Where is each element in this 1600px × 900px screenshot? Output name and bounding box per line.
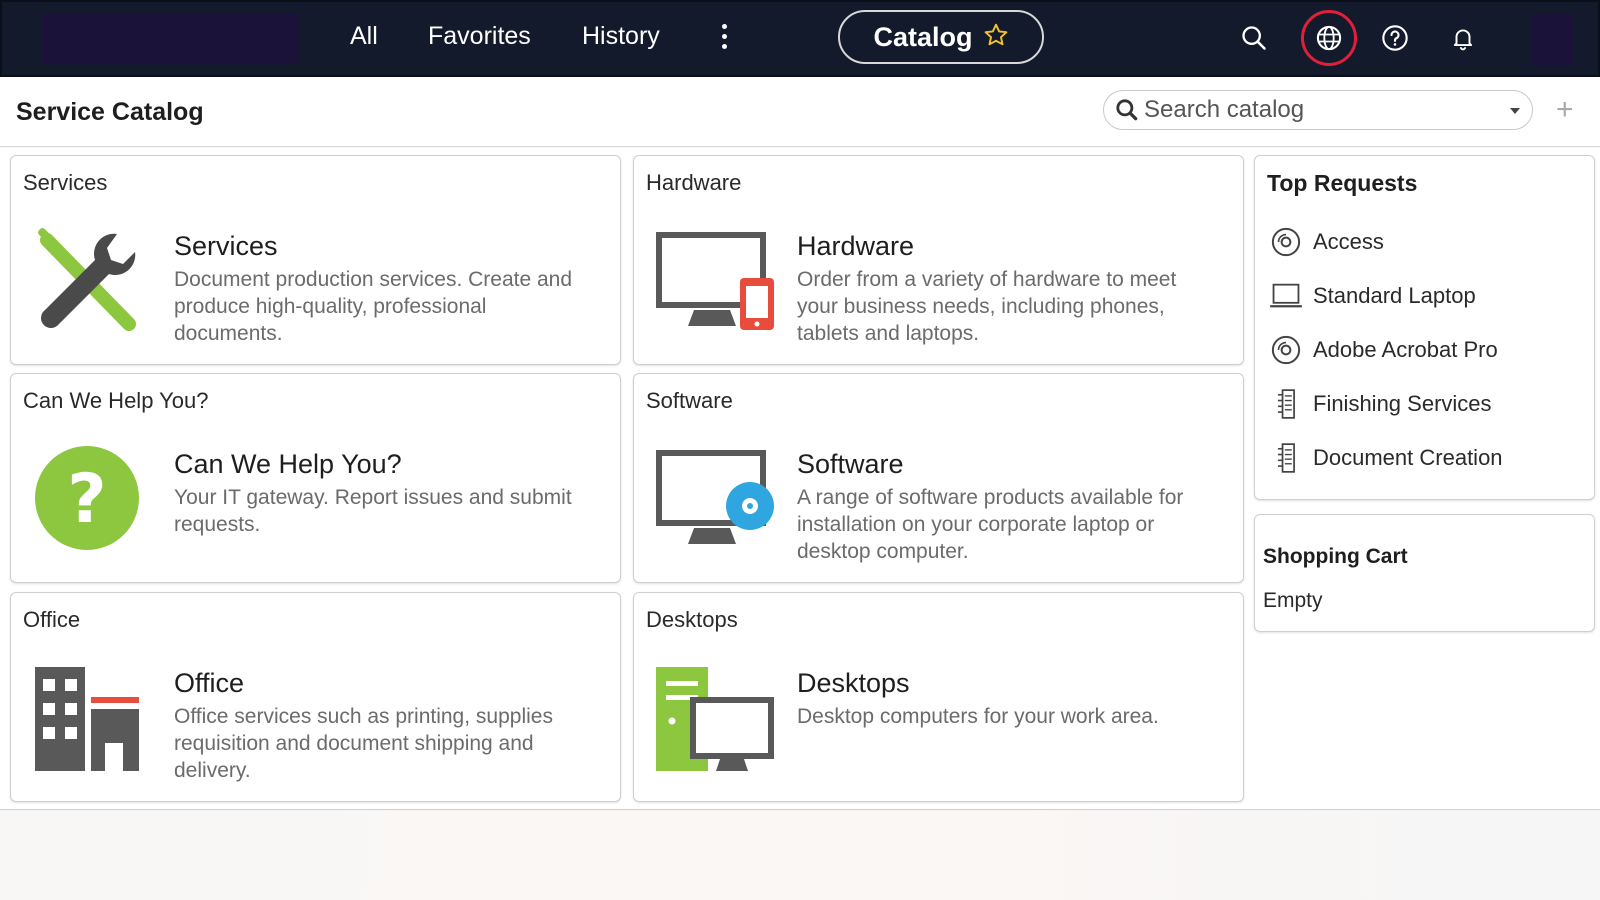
- card-title[interactable]: Can We Help You?: [174, 449, 402, 480]
- page-header: Service Catalog +: [0, 77, 1600, 147]
- chevron-down-icon[interactable]: [1510, 108, 1520, 114]
- top-request-item[interactable]: Standard Laptop: [1269, 280, 1476, 312]
- top-request-label: Adobe Acrobat Pro: [1313, 337, 1498, 362]
- top-request-item[interactable]: Finishing Services: [1269, 388, 1492, 420]
- disc-icon: [1269, 226, 1303, 258]
- top-request-label: Document Creation: [1313, 445, 1503, 470]
- building-icon: [31, 663, 143, 775]
- monitor-phone-icon: [654, 226, 774, 338]
- search-icon: [1114, 97, 1140, 128]
- card-title[interactable]: Software: [797, 449, 904, 480]
- card-category-label: Office: [23, 607, 81, 632]
- shopping-cart-status: Empty: [1263, 589, 1323, 612]
- shopping-cart-title: Shopping Cart: [1263, 545, 1408, 568]
- nav-history[interactable]: History: [582, 20, 660, 52]
- globe-icon[interactable]: [1301, 10, 1357, 66]
- card-title[interactable]: Desktops: [797, 668, 910, 699]
- page-footer-area: [0, 811, 1600, 900]
- category-card-hardware[interactable]: Hardware Hardware Order from a variety o…: [633, 155, 1244, 365]
- nav-all[interactable]: All: [350, 20, 378, 52]
- card-category-label: Hardware: [646, 170, 742, 195]
- card-title[interactable]: Office: [174, 668, 244, 699]
- bell-icon[interactable]: [1443, 18, 1483, 58]
- shopping-cart-panel: Shopping Cart Empty: [1254, 514, 1595, 632]
- help-icon[interactable]: [1375, 18, 1415, 58]
- nav-favorites[interactable]: Favorites: [428, 20, 531, 52]
- top-request-item[interactable]: Document Creation: [1269, 442, 1503, 474]
- card-title[interactable]: Services: [174, 231, 278, 262]
- card-description: Office services such as printing, suppli…: [174, 705, 553, 782]
- document-stack-icon: [1269, 388, 1303, 420]
- question-icon: ?: [31, 444, 143, 556]
- card-category-label: Desktops: [646, 607, 738, 632]
- card-description: A range of software products available f…: [797, 486, 1184, 563]
- add-button[interactable]: +: [1556, 95, 1574, 125]
- top-request-item[interactable]: Adobe Acrobat Pro: [1269, 334, 1498, 366]
- disc-icon: [1269, 334, 1303, 366]
- avatar[interactable]: [1532, 14, 1574, 66]
- page-title: Service Catalog: [16, 98, 204, 126]
- catalog-label: Catalog: [873, 21, 973, 52]
- svg-text:?: ?: [67, 460, 106, 539]
- desktop-tower-icon: [654, 663, 774, 775]
- catalog-main: Services Services Document production se…: [0, 148, 1600, 810]
- card-category-label: Can We Help You?: [23, 388, 209, 413]
- document-stack-icon: [1269, 442, 1303, 474]
- logo[interactable]: [42, 14, 298, 64]
- top-requests-panel: Top Requests Access Standard Laptop Adob…: [1254, 155, 1595, 500]
- search-icon[interactable]: [1234, 18, 1274, 58]
- top-requests-title: Top Requests: [1267, 170, 1418, 196]
- category-card-software[interactable]: Software Software A range of software pr…: [633, 373, 1244, 583]
- card-category-label: Services: [23, 170, 108, 195]
- top-navigation-bar: All Favorites History Catalog: [0, 0, 1600, 77]
- category-card-services[interactable]: Services Services Document production se…: [10, 155, 621, 365]
- more-vertical-icon[interactable]: [714, 22, 734, 52]
- star-icon[interactable]: [983, 22, 1009, 53]
- category-card-can-we-help-you[interactable]: Can We Help You? ? Can We Help You? Your…: [10, 373, 621, 583]
- card-description: Document production services. Create and…: [174, 268, 573, 345]
- catalog-menu-button[interactable]: Catalog: [838, 10, 1044, 64]
- monitor-disc-icon: [654, 444, 774, 556]
- card-title[interactable]: Hardware: [797, 231, 914, 262]
- card-description: Desktop computers for your work area.: [797, 705, 1159, 728]
- category-card-office[interactable]: Office Office Office services such as pr…: [10, 592, 621, 802]
- top-request-label: Access: [1313, 229, 1384, 254]
- search-catalog-box[interactable]: [1103, 90, 1533, 130]
- card-description: Order from a variety of hardware to meet…: [797, 268, 1177, 345]
- search-input[interactable]: [1144, 95, 1484, 125]
- top-request-label: Standard Laptop: [1313, 283, 1476, 308]
- laptop-icon: [1269, 280, 1303, 312]
- category-card-desktops[interactable]: Desktops Desktops Desktop computers for …: [633, 592, 1244, 802]
- top-request-label: Finishing Services: [1313, 391, 1492, 416]
- top-request-item[interactable]: Access: [1269, 226, 1384, 258]
- card-description: Your IT gateway. Report issues and submi…: [174, 486, 572, 536]
- card-category-label: Software: [646, 388, 733, 413]
- tools-icon: [31, 226, 143, 338]
